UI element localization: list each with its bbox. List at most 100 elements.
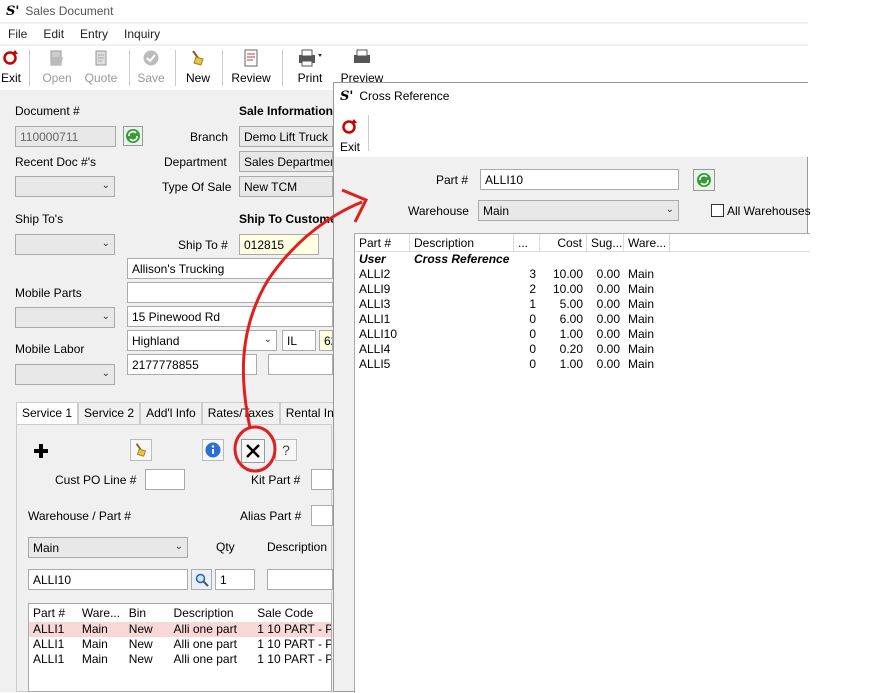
- type-of-sale-label: Type Of Sale: [162, 180, 232, 194]
- cr-group-label: Cross Reference: [414, 252, 510, 266]
- clear-line-button[interactable]: [130, 439, 152, 461]
- cr-table-row[interactable]: ALLI2 3 10.00 0.00 Main: [355, 267, 810, 282]
- add-line-button[interactable]: [30, 440, 52, 462]
- cr-table-row[interactable]: ALLI1 0 6.00 0.00 Main: [355, 312, 810, 327]
- menu-inquiry[interactable]: Inquiry: [116, 24, 168, 44]
- cr-table-row[interactable]: ALLI10 0 1.00 0.00 Main: [355, 327, 810, 342]
- new-label: New: [185, 71, 210, 85]
- cr-cell: ALLI2: [359, 267, 391, 281]
- toolbar-separator: [29, 50, 30, 86]
- ship-to-phone-field[interactable]: 2177778855: [127, 354, 257, 375]
- exit-icon: [342, 119, 357, 134]
- toolbar-separator: [368, 115, 369, 151]
- preview-button[interactable]: Preview: [340, 48, 384, 85]
- warehouse-select[interactable]: Main ⌄: [28, 537, 188, 558]
- ship-to-state-field[interactable]: IL: [282, 330, 316, 351]
- col-sale-code[interactable]: Sale Code: [253, 606, 331, 622]
- col-part[interactable]: Part #: [29, 606, 78, 622]
- sale-information-header: Sale Information: [239, 104, 334, 118]
- type-of-sale-select[interactable]: New TCM: [239, 176, 333, 197]
- document-number-field[interactable]: 110000711: [15, 126, 116, 147]
- branch-select[interactable]: Demo Lift Truck C: [239, 126, 333, 147]
- ship-to-city-select[interactable]: Highland ⌄: [127, 330, 277, 351]
- ship-to-number-field[interactable]: 012815: [239, 234, 319, 255]
- cr-table-row[interactable]: ALLI3 1 5.00 0.00 Main: [355, 297, 810, 312]
- ship-to-extra-field[interactable]: [268, 354, 333, 375]
- cross-reference-button[interactable]: [241, 439, 265, 463]
- cr-cell: ALLI4: [359, 342, 391, 356]
- save-label: Save: [137, 71, 165, 85]
- mobile-labor-label: Mobile Labor: [15, 342, 85, 356]
- cr-col-cost[interactable]: Cost: [540, 234, 587, 251]
- print-label: Print: [297, 71, 323, 85]
- exit-label: Exit: [0, 71, 21, 85]
- ship-to-name-field[interactable]: Allison's Trucking: [127, 258, 333, 279]
- description-label: Description: [267, 540, 328, 554]
- col-description[interactable]: Description: [170, 606, 254, 622]
- cr-part-field[interactable]: ALLI10: [480, 169, 679, 190]
- quote-icon: [95, 50, 107, 66]
- tab-service-2[interactable]: Service 2: [78, 402, 141, 424]
- ship-to-address1-field[interactable]: [127, 282, 333, 303]
- description-field[interactable]: [267, 569, 333, 590]
- table-row[interactable]: ALLI1 Main New Alli one part 1 10 PART -…: [29, 637, 331, 652]
- col-bin[interactable]: Bin: [125, 606, 170, 622]
- all-warehouses-checkbox[interactable]: [711, 204, 724, 217]
- save-button[interactable]: Save: [136, 48, 166, 85]
- menu-edit[interactable]: Edit: [35, 24, 72, 44]
- cr-table-row[interactable]: ALLI9 2 10.00 0.00 Main: [355, 282, 810, 297]
- menu-file[interactable]: File: [0, 24, 35, 44]
- cr-refresh-button[interactable]: [693, 169, 715, 191]
- refresh-icon: [126, 129, 140, 143]
- save-check-icon: [143, 50, 159, 66]
- recent-docs-select[interactable]: ⌄: [15, 176, 115, 197]
- cr-table-row[interactable]: ALLI5 0 1.00 0.00 Main: [355, 357, 810, 372]
- alias-part-field[interactable]: [311, 505, 333, 526]
- cr-col-part[interactable]: Part #: [355, 234, 410, 251]
- ship-tos-select[interactable]: ⌄: [15, 234, 115, 255]
- tab-rates-taxes[interactable]: Rates/Taxes: [201, 402, 280, 424]
- cr-part-label: Part #: [436, 173, 469, 187]
- cr-cell: 0.20: [559, 342, 583, 356]
- cr-table-row[interactable]: ALLI4 0 0.20 0.00 Main: [355, 342, 810, 357]
- cr-col-qty[interactable]: ...: [514, 234, 540, 251]
- print-button[interactable]: Print: [292, 48, 328, 85]
- new-button[interactable]: New: [182, 48, 214, 85]
- cr-col-warehouse[interactable]: Ware...: [624, 234, 670, 251]
- cr-cell: 0.00: [596, 282, 620, 296]
- table-row[interactable]: ALLI1 Main New Alli one part 1 10 PART -…: [29, 652, 331, 667]
- tab-service-1[interactable]: Service 1: [16, 402, 79, 424]
- cr-col-suggested[interactable]: Sug...: [587, 234, 624, 251]
- menu-entry[interactable]: Entry: [72, 24, 116, 44]
- kit-part-field[interactable]: [311, 469, 333, 490]
- exit-button[interactable]: Exit: [0, 48, 22, 85]
- mobile-labor-select[interactable]: ⌄: [15, 364, 115, 385]
- department-select[interactable]: Sales Department: [239, 151, 333, 172]
- cr-col-description[interactable]: Description: [410, 234, 514, 251]
- refresh-button[interactable]: [123, 126, 143, 146]
- tab-addl-info[interactable]: Add'l Info: [140, 402, 202, 424]
- quote-button[interactable]: Quote: [82, 48, 120, 85]
- review-button[interactable]: Review: [229, 48, 273, 85]
- cross-reference-title-bar: S' Cross Reference: [334, 83, 809, 109]
- help-button[interactable]: ?: [275, 439, 297, 461]
- ship-to-zip-field[interactable]: 62: [319, 330, 333, 351]
- cr-warehouse-select[interactable]: Main ⌄: [478, 200, 679, 221]
- chevron-down-icon: ⌄: [101, 180, 110, 191]
- col-warehouse[interactable]: Ware...: [78, 606, 125, 622]
- qty-field[interactable]: 1: [215, 569, 255, 590]
- cr-cell: ALLI10: [359, 327, 398, 341]
- mobile-parts-label: Mobile Parts: [15, 286, 82, 300]
- mobile-parts-select[interactable]: ⌄: [15, 307, 115, 328]
- ship-to-address2-field[interactable]: 15 Pinewood Rd: [127, 306, 333, 327]
- part-number-field[interactable]: ALLI10: [28, 569, 188, 590]
- table-row[interactable]: ALLI1 Main New Alli one part 1 10 PART -…: [29, 622, 331, 637]
- part-lookup-button[interactable]: [191, 569, 212, 590]
- question-mark-icon: ?: [282, 442, 290, 458]
- open-button[interactable]: Open: [40, 48, 74, 85]
- dialog-exit-label: Exit: [339, 140, 360, 154]
- cust-po-line-field[interactable]: [145, 469, 185, 490]
- dialog-exit-button[interactable]: Exit: [339, 117, 361, 154]
- printer-icon: [299, 49, 322, 67]
- info-button[interactable]: [202, 439, 224, 461]
